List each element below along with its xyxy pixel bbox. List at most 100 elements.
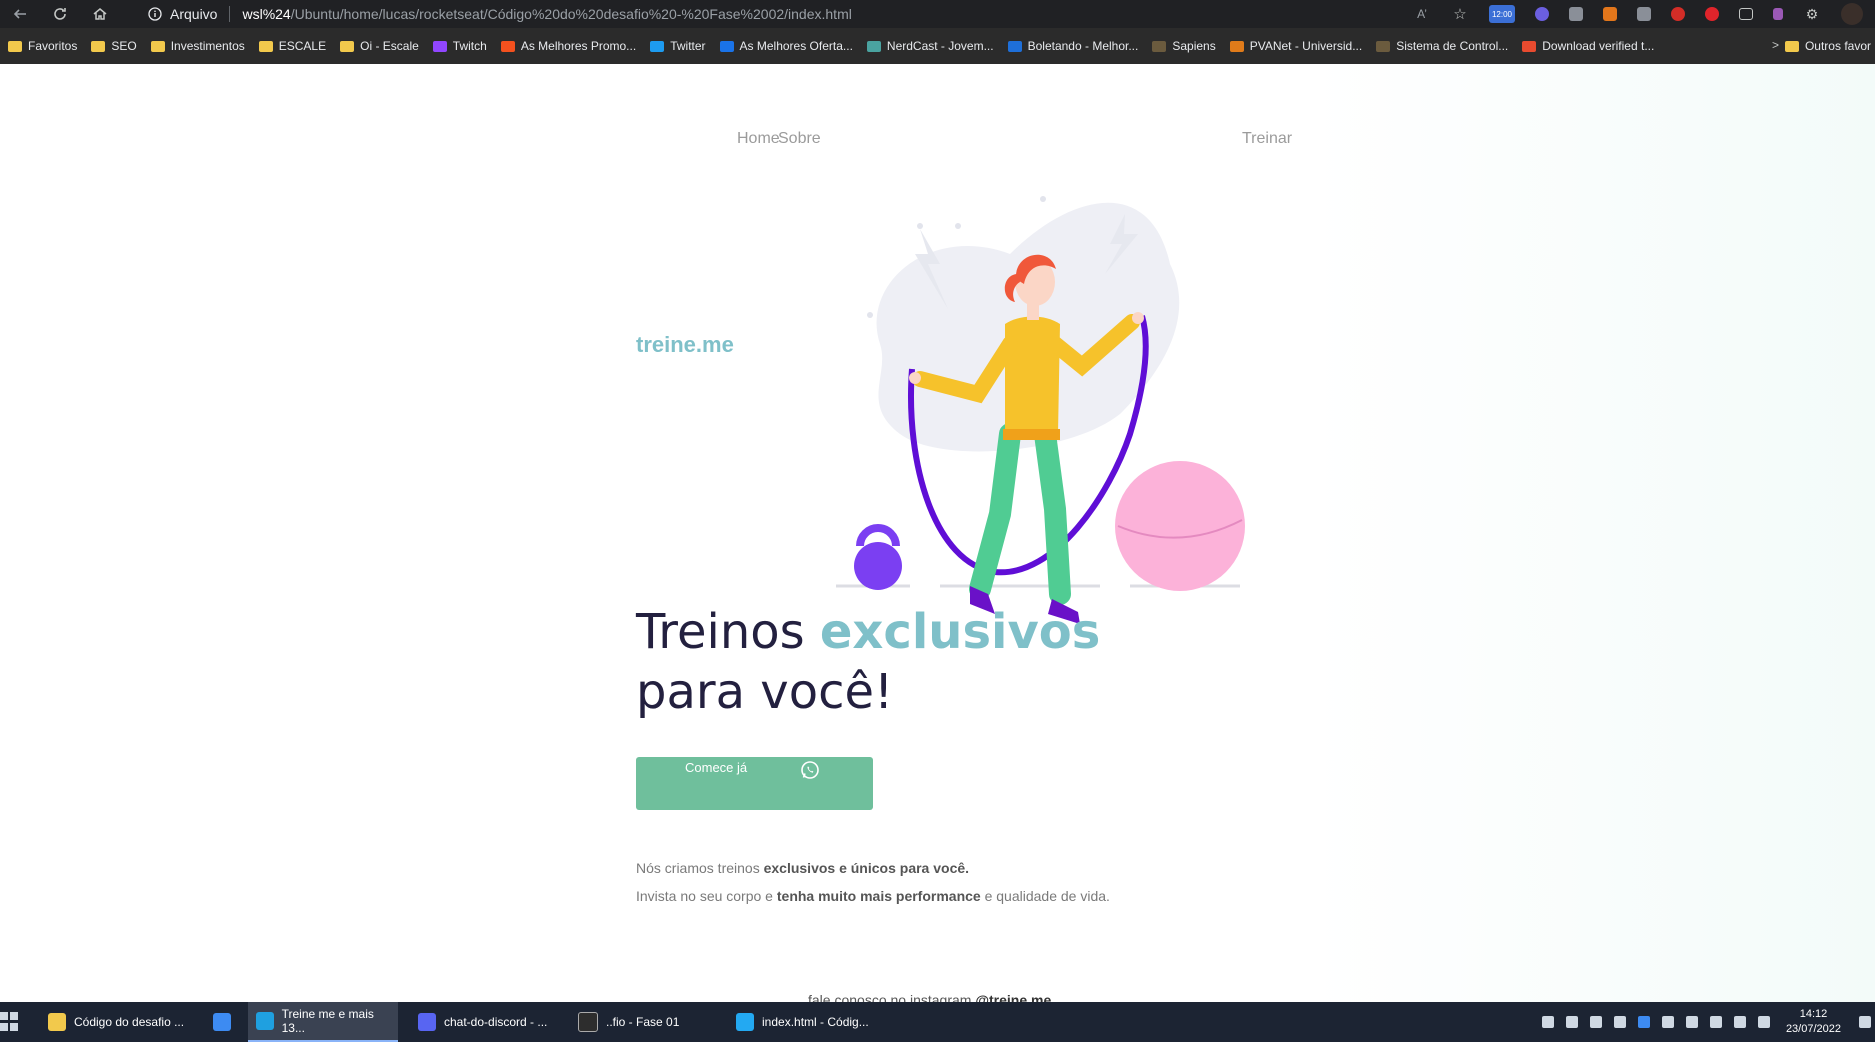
headline-accent: exclusivos [819, 604, 1101, 660]
extension-icon[interactable] [1773, 8, 1783, 20]
url-host: wsl%24 [242, 6, 291, 22]
bookmark-label: Twitter [670, 39, 706, 53]
url-path: /Ubuntu/home/lucas/rocketseat/Código%20d… [290, 6, 852, 22]
bookmark-item[interactable]: Sapiens [1152, 39, 1216, 53]
notifications-icon[interactable] [1859, 1016, 1871, 1028]
page-description: Nós criamos treinos exclusivos e únicos … [636, 854, 1110, 910]
taskbar-app[interactable] [205, 1002, 243, 1042]
bookmark-item[interactable]: Boletando - Melhor... [1007, 39, 1138, 53]
page-content: Home Sobre Treinar treine.me Treinos exc… [0, 64, 1875, 1002]
slack-icon[interactable] [1589, 1016, 1602, 1028]
bookmark-item[interactable]: As Melhores Oferta... [719, 39, 853, 53]
store-icon [213, 1013, 231, 1031]
bookmark-item[interactable]: NerdCast - Jovem... [866, 39, 994, 53]
vscode-icon [736, 1013, 754, 1031]
bookmark-label: Sistema de Control... [1396, 39, 1509, 53]
sapiens-icon [1152, 40, 1167, 52]
x-icon [1522, 40, 1537, 52]
display-icon[interactable] [1565, 1016, 1578, 1028]
extension-icon[interactable] [1637, 7, 1651, 21]
steam-icon[interactable] [1685, 1016, 1698, 1028]
metamask-icon[interactable] [1603, 7, 1617, 21]
g-hub-icon[interactable] [1709, 1016, 1722, 1028]
url-separator [229, 6, 231, 22]
windows-logo-icon [0, 1012, 8, 1020]
back-arrow-icon [13, 9, 26, 19]
terminal-icon [578, 1012, 598, 1032]
other-favorites-label: Outros favor [1804, 39, 1871, 53]
network-icon[interactable] [1733, 1016, 1746, 1028]
bookmark-item[interactable]: Investimentos [150, 39, 245, 53]
footer-text: fale conosco no instagram [808, 992, 976, 1002]
bookmark-item[interactable]: PVANet - Universid... [1229, 39, 1362, 53]
reload-button[interactable] [40, 0, 80, 28]
folder-icon [340, 40, 355, 52]
bookmark-label: Sapiens [1172, 39, 1216, 53]
bookmark-item[interactable]: Twitter [650, 39, 706, 53]
bookmark-item[interactable]: ESCALE [258, 39, 326, 53]
taskbar-app[interactable]: Treine me e mais 13... [248, 1002, 398, 1042]
taskbar-app-label: ..fio - Fase 01 [606, 1015, 680, 1029]
bookmark-label: As Melhores Oferta... [739, 39, 853, 53]
lastpass-icon[interactable] [1671, 7, 1685, 21]
bookmark-item[interactable]: Oi - Escale [340, 39, 419, 53]
headline-part1: Treinos [636, 604, 820, 660]
clock-date: 23/07/2022 [1785, 1023, 1841, 1035]
bookmark-item[interactable]: SEO [91, 39, 137, 53]
nav-link-about[interactable]: Sobre [778, 130, 821, 148]
back-button[interactable] [0, 0, 40, 28]
microphone-icon[interactable] [1613, 1016, 1626, 1028]
system-clock[interactable]: 14:12 23/07/2022 [1786, 1007, 1841, 1037]
instagram-handle-link[interactable]: @treine.me [975, 992, 1051, 1002]
home-button[interactable] [80, 0, 120, 28]
security-shield-icon[interactable] [1661, 1016, 1674, 1028]
bookmark-item[interactable]: Twitch [432, 39, 487, 53]
profile-avatar[interactable] [1841, 3, 1863, 25]
other-favorites[interactable]: Outros favor [1784, 39, 1871, 53]
boletando-icon [1007, 40, 1022, 52]
nav-link-home[interactable]: Home [737, 130, 780, 148]
edge-icon [256, 1012, 274, 1030]
desc-line1-bold: exclusivos e únicos para você. [763, 860, 970, 876]
taskbar-app[interactable]: chat-do-discord - ... [410, 1002, 568, 1042]
bookmarks-bar: Favoritos SEO Investimentos ESCALE Oi - Esca… [0, 28, 1875, 65]
extension-icon[interactable] [1569, 7, 1583, 21]
jump-rope-illustration [836, 196, 1245, 624]
headset-icon[interactable] [1541, 1016, 1554, 1028]
taskbar-app[interactable]: index.html - Códig... [728, 1002, 886, 1042]
read-aloud-icon[interactable]: A’ [1413, 5, 1431, 23]
page-headline: Treinos exclusivos para você! [636, 602, 1100, 722]
reload-icon [54, 8, 66, 20]
extensions-puzzle-icon[interactable]: ⚙ [1803, 5, 1821, 23]
taskbar-app-label: Treine me e mais 13... [281, 1007, 374, 1035]
bookmark-item[interactable]: Download verified t... [1522, 39, 1654, 53]
discord-icon [418, 1013, 436, 1031]
footer-instagram: fale conosco no instagram @treine.me [808, 992, 1051, 1002]
twitter-icon [650, 40, 665, 52]
clock-time: 14:12 [1799, 1008, 1828, 1020]
volume-icon[interactable] [1757, 1016, 1770, 1028]
start-button[interactable] [0, 1012, 20, 1032]
start-now-label: Comece já [685, 760, 748, 775]
toolbar-actions: A’ ☆ 12:00 ⚙ [1403, 0, 1875, 28]
home-icon [93, 8, 107, 20]
browser-toolbar: Arquivo wsl%24/Ubuntu/home/lucas/rockets… [0, 0, 1875, 28]
bookmark-item[interactable]: Sistema de Control... [1376, 39, 1508, 53]
taskbar-app[interactable]: Código do desafio ... [40, 1002, 203, 1042]
file-explorer-icon [48, 1013, 66, 1031]
tab-icon[interactable] [1739, 8, 1753, 20]
bookmark-item[interactable]: As Melhores Promo... [500, 39, 636, 53]
bookmark-item[interactable]: Favoritos [8, 39, 77, 53]
extension-icon[interactable] [1705, 7, 1719, 21]
taskbar-app[interactable]: ..fio - Fase 01 [570, 1002, 728, 1042]
extension-icon[interactable] [1535, 7, 1549, 21]
bluetooth-icon[interactable] [1637, 1016, 1650, 1028]
address-bar[interactable]: Arquivo wsl%24/Ubuntu/home/lucas/rockets… [148, 0, 852, 28]
system-tray: 14:12 23/07/2022 [1536, 1002, 1875, 1042]
start-now-button[interactable]: Comece já [636, 757, 873, 810]
favorite-star-icon[interactable]: ☆ [1451, 5, 1469, 23]
clock-extension-icon[interactable]: 12:00 [1489, 5, 1515, 23]
bookmarks-overflow-chevron-icon[interactable]: > [1772, 38, 1779, 52]
desc-line2-end: e qualidade de vida. [980, 888, 1110, 904]
desc-line2-text: Invista no seu corpo e [636, 888, 777, 904]
